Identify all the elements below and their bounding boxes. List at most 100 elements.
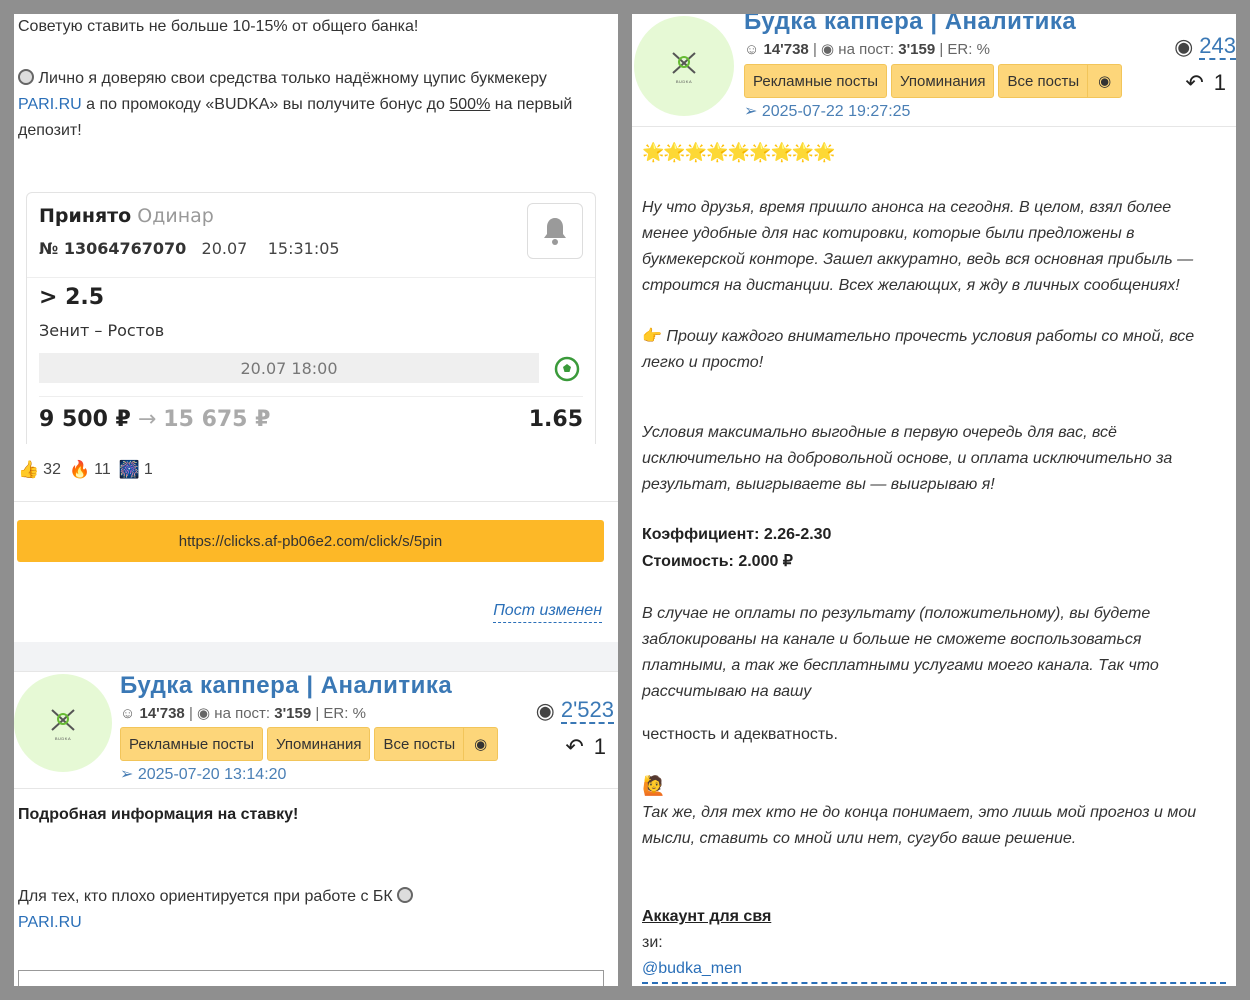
views-counter[interactable]: ◉ 2'523 xyxy=(536,698,614,724)
crossed-tools-icon xyxy=(672,51,696,74)
reply-arrow-icon: ↶ xyxy=(565,734,584,759)
views-count: 2'523 xyxy=(560,697,614,724)
crossed-tools-icon xyxy=(51,708,75,731)
account-label-2: зи: xyxy=(642,934,663,951)
thumbs-up-icon[interactable]: 👍 xyxy=(18,460,39,480)
reactions-row: 👍 32 🔥 11 🎆 1 xyxy=(18,460,153,480)
channel-stats: ☺ 14'738 | ◉ на пост: 3'159 | ER: % xyxy=(744,41,990,58)
bet-kickoff: 20.07 18:00 xyxy=(39,353,539,383)
price-line: Стоимость: 2.000 ₽ xyxy=(642,553,793,570)
subscribers-count: 14'738 xyxy=(763,41,809,58)
coin-icon xyxy=(397,887,414,903)
bell-button[interactable] xyxy=(527,203,583,259)
channel-avatar[interactable]: BUDKA xyxy=(634,16,734,116)
bet-number: № 13064767070 xyxy=(39,239,187,258)
bet-payout: 15 675 ₽ xyxy=(163,407,271,432)
views-counter[interactable]: ◉ 243 xyxy=(1174,34,1236,60)
er-label: | ER: % xyxy=(939,41,990,58)
post-paragraph-2-text: Прошу каждого внимательно прочесть услов… xyxy=(642,328,1195,371)
subscribers-icon: ☺ xyxy=(120,705,136,722)
subscribers-count: 14'738 xyxy=(139,705,185,722)
per-post-count: 3'159 xyxy=(898,41,936,58)
bell-icon xyxy=(544,218,566,245)
bet-date: 20.07 xyxy=(201,239,248,258)
bk-paragraph: Для тех, кто плохо ориентируется при раб… xyxy=(18,884,414,936)
bk-text: Для тех, кто плохо ориентируется при раб… xyxy=(18,888,393,905)
bet-status: Принято xyxy=(39,205,132,227)
all-posts-button[interactable]: Все посты xyxy=(998,64,1089,98)
forwards-count: 1 xyxy=(1213,70,1226,95)
trust-mid: а по промокоду «BUDKA» вы получите бонус… xyxy=(86,96,445,113)
post-paragraph-4: В случае не оплаты по результату (положи… xyxy=(642,605,1159,700)
bet-stake: 9 500 ₽ xyxy=(39,407,131,432)
reaction-count: 32 xyxy=(43,461,61,478)
account-link[interactable]: @budka_men xyxy=(642,956,742,982)
post-date-text: 2025-07-22 19:27:25 xyxy=(761,103,911,120)
post-paragraph-6: Так же, для тех кто не до конца понимает… xyxy=(642,804,1197,847)
channel-buttons: Рекламные посты Упоминания Все посты ◉ xyxy=(744,64,1123,98)
bet-coef: 1.65 xyxy=(528,407,583,432)
mentions-button[interactable]: Упоминания xyxy=(891,64,995,98)
post-paragraph-5: честность и адекватность. xyxy=(642,726,838,743)
intro-text: Советую ставить не больше 10-15% от обще… xyxy=(18,18,419,35)
bet-match: Зенит – Ростов xyxy=(39,321,165,340)
football-icon xyxy=(554,356,580,382)
all-posts-group: Все посты ◉ xyxy=(374,727,499,761)
eye-button[interactable]: ◉ xyxy=(464,727,499,761)
pari-link[interactable]: PARI.RU xyxy=(18,914,82,931)
external-link-button[interactable]: https://clicks.af-pb06e2.com/click/s/5pi… xyxy=(17,520,604,562)
bet-meta: № 13064767070 20.07 15:31:05 xyxy=(39,239,340,258)
reaction-count: 11 xyxy=(94,461,111,478)
post-paragraph-1: Ну что друзья, время пришло анонса на се… xyxy=(642,199,1194,294)
post-paragraph-3: Условия максимально выгодные в первую оч… xyxy=(642,424,1173,493)
stars-row: 🌟🌟🌟🌟🌟🌟🌟🌟🌟 xyxy=(642,142,836,162)
right-post-panel: BUDKA Будка каппера | Аналитика ☺ 14'738… xyxy=(632,14,1236,986)
telegram-icon: ➢ xyxy=(744,103,758,120)
pointing-hand-icon: 👉 xyxy=(642,328,662,345)
post-date-text: 2025-07-20 13:14:20 xyxy=(137,766,287,783)
eye-icon: ◉ xyxy=(474,736,488,753)
trust-text: Лично я доверяю свои средства только над… xyxy=(38,70,547,87)
all-posts-group: Все посты ◉ xyxy=(998,64,1123,98)
fireworks-icon[interactable]: 🎆 xyxy=(119,460,140,480)
pari-link[interactable]: PARI.RU xyxy=(18,96,82,113)
bet-arrow: → xyxy=(137,407,157,432)
coef-line: Коэффициент: 2.26-2.30 xyxy=(642,526,832,543)
bonus-text: 500% xyxy=(449,96,491,113)
trust-paragraph: Лично я доверяю свои средства только над… xyxy=(18,66,608,144)
reply-arrow-icon: ↶ xyxy=(1185,70,1204,95)
bet-time: 15:31:05 xyxy=(267,239,340,258)
eye-icon: ◉ xyxy=(1098,73,1112,90)
bet-outcome: > 2.5 xyxy=(39,285,105,310)
bet-amounts: 9 500 ₽ → 15 675 ₽ xyxy=(39,407,270,432)
fire-icon[interactable]: 🔥 xyxy=(69,460,90,480)
post-edited-label[interactable]: Пост изменен xyxy=(493,602,602,623)
ads-posts-button[interactable]: Рекламные посты xyxy=(744,64,888,98)
forwards-count: 1 xyxy=(593,734,606,759)
all-posts-button[interactable]: Все посты xyxy=(374,727,465,761)
mentions-button[interactable]: Упоминания xyxy=(267,727,371,761)
channel-title[interactable]: Будка каппера | Аналитика xyxy=(744,14,1076,36)
eye-icon: ◉ xyxy=(535,698,555,723)
telegram-icon: ➢ xyxy=(120,766,134,783)
per-post-count: 3'159 xyxy=(274,705,312,722)
account-label: Аккаунт для свя xyxy=(642,908,772,925)
channel-stats: ☺ 14'738 | ◉ на пост: 3'159 | ER: % xyxy=(120,705,366,722)
bet-status-line: Принято Одинар xyxy=(39,205,214,227)
er-label: | ER: % xyxy=(315,705,366,722)
trust-end: на первый xyxy=(494,96,573,113)
channel-title[interactable]: Будка каппера | Аналитика xyxy=(120,672,452,700)
channel-avatar[interactable]: BUDKA xyxy=(14,674,112,772)
per-post-label: на пост: xyxy=(214,705,271,722)
ads-posts-button[interactable]: Рекламные посты xyxy=(120,727,264,761)
trust-tail: депозит! xyxy=(18,122,82,139)
left-feed-panel: Советую ставить не больше 10-15% от обще… xyxy=(14,14,618,986)
coin-icon xyxy=(18,69,34,85)
eye-button[interactable]: ◉ xyxy=(1088,64,1123,98)
per-post-label: на пост: xyxy=(838,41,895,58)
post-paragraph-2: 👉 Прошу каждого внимательно прочесть усл… xyxy=(642,324,1222,376)
person-icon: 🙋 xyxy=(642,776,666,797)
forwards-counter: ↶ 1 xyxy=(1185,70,1226,96)
eye-icon: ◉ xyxy=(197,705,211,722)
post-date: ➢ 2025-07-20 13:14:20 xyxy=(120,764,286,784)
